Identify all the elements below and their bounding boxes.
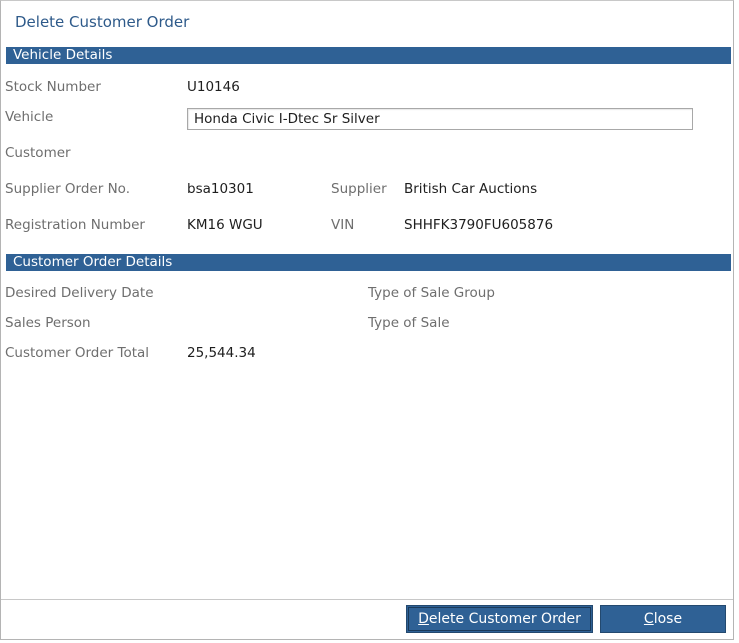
- supplier-label: Supplier: [331, 181, 387, 197]
- supplier-order-value: bsa10301: [187, 181, 254, 197]
- stock-number-label: Stock Number: [5, 79, 101, 95]
- sale-type-label: Type of Sale: [368, 315, 450, 331]
- close-button-accesskey: C: [643, 611, 654, 627]
- delete-button-accesskey: D: [418, 611, 429, 627]
- vehicle-field[interactable]: Honda Civic I-Dtec Sr Silver: [187, 108, 693, 130]
- footer-divider: [1, 599, 733, 600]
- delivery-date-label: Desired Delivery Date: [5, 285, 154, 301]
- order-total-value: 25,544.34: [187, 345, 256, 361]
- supplier-order-label: Supplier Order No.: [5, 181, 130, 197]
- registration-value: KM16 WGU: [187, 217, 263, 233]
- delete-button-label: elete Customer Order: [428, 611, 581, 627]
- registration-label: Registration Number: [5, 217, 145, 233]
- sales-person-label: Sales Person: [5, 315, 91, 331]
- delete-customer-order-button[interactable]: Delete Customer Order: [406, 605, 593, 633]
- close-button[interactable]: Close: [600, 605, 726, 633]
- dialog-title: Delete Customer Order: [15, 13, 190, 31]
- customer-order-details-header: Customer Order Details: [6, 254, 731, 271]
- vehicle-label: Vehicle: [5, 109, 54, 125]
- sale-group-label: Type of Sale Group: [368, 285, 495, 301]
- vin-value: SHHFK3790FU605876: [404, 217, 554, 233]
- vin-label: VIN: [331, 217, 355, 233]
- supplier-value: British Car Auctions: [404, 181, 538, 197]
- delete-customer-order-dialog: Delete Customer Order Vehicle Details St…: [0, 0, 734, 640]
- vehicle-details-header: Vehicle Details: [6, 47, 731, 64]
- close-button-label: lose: [653, 611, 683, 627]
- stock-number-value: U10146: [187, 79, 240, 95]
- customer-label: Customer: [5, 145, 71, 161]
- order-total-label: Customer Order Total: [5, 345, 150, 361]
